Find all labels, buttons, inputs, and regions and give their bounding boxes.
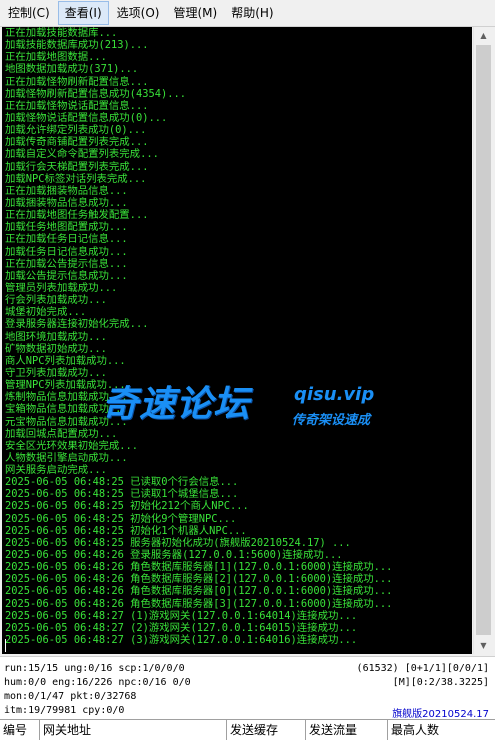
console-line: 2025-06-05 06:48:25 初始化9个管理NPC...: [5, 512, 237, 525]
console-line: 加载任务地图配置成功...: [5, 221, 128, 234]
stat-line-hum: hum:0/0 eng:16/226 npc:0/16 0/0: [4, 677, 191, 688]
text-cursor: [5, 639, 6, 652]
console-line: 网关服务启动完成...: [5, 464, 107, 477]
console-line: 地图数据加载成功(371)...: [5, 63, 139, 76]
console-line: 正在加载地图任务触发配置...: [5, 209, 149, 222]
column-header-max-users[interactable]: 最高人数: [388, 720, 495, 740]
watermark: 奇速论坛 qisu.vip 传奇架设速成: [102, 375, 402, 435]
console-line: 加载捆装物品信息成功...: [5, 196, 128, 209]
console-line: 加载怪物说话配置信息成功(0)...: [5, 111, 168, 124]
console-line: 正在加载任务日记信息...: [5, 233, 128, 246]
console-line: 加载NPC标签对话列表完成...: [5, 172, 147, 185]
console-line: 行会列表加载成功...: [5, 294, 107, 307]
console-line: 矿物数据初始成功...: [5, 342, 107, 355]
watermark-brand: 奇速论坛: [102, 384, 251, 425]
console-line: 加载允许绑定列表成功(0)...: [5, 124, 147, 137]
console-line: 2025-06-05 06:48:25 初始化1个机器人NPC...: [5, 524, 247, 537]
menu-help[interactable]: 帮助(H): [225, 2, 279, 24]
stat-line-memory: [M][0:2/38.3225]: [392, 677, 489, 688]
console-line: 人物数据引擎启动成功...: [5, 451, 128, 464]
console-line: 2025-06-05 06:48:25 已读取0个行会信息...: [5, 476, 239, 489]
console-line: 正在加载公告提示信息...: [5, 257, 128, 270]
console-line: 2025-06-05 06:48:26 角色数据库服务器[3](127.0.0.…: [5, 597, 393, 610]
status-panel: run:15/15 ung:0/16 scp:1/0/0/0 (61532) […: [0, 656, 495, 720]
console-line: 2025-06-05 06:48:26 角色数据库服务器[2](127.0.0.…: [5, 573, 393, 586]
column-header-gateway-address[interactable]: 网关地址: [40, 720, 227, 740]
console-line: 登录服务器连接初始化完成...: [5, 318, 149, 331]
console-line: 正在加载怪物刷新配置信息...: [5, 75, 149, 88]
menu-control[interactable]: 控制(C): [2, 2, 56, 24]
console-line: 2025-06-05 06:48:27 (1)游戏网关(127.0.0.1:64…: [5, 609, 358, 622]
console-line: 2025-06-05 06:48:26 登录服务器(127.0.0.1:5600…: [5, 549, 343, 562]
console-line: 加载传奇商铺配置列表完成...: [5, 136, 149, 149]
console-line: 2025-06-05 06:48:26 角色数据库服务器[0](127.0.0.…: [5, 585, 393, 598]
column-header-send-traffic[interactable]: 发送流量: [306, 720, 388, 740]
console-line: 加载自定义命令配置列表完成...: [5, 148, 159, 161]
console-line: 城堡初始完成...: [5, 306, 87, 319]
console-log[interactable]: 正在加载技能数据库... 加载技能数据库成功(213)... 正在加载地图数据...…: [2, 27, 472, 654]
menu-view[interactable]: 查看(I): [57, 1, 109, 25]
console-line: 2025-06-05 06:48:25 服务器初始化成功(旗舰版20210524…: [5, 536, 351, 549]
stat-line-run: run:15/15 ung:0/16 scp:1/0/0/0: [4, 663, 185, 674]
console-line: 加载公告提示信息成功...: [5, 269, 128, 282]
console-line: 正在加载怪物说话配置信息...: [5, 99, 149, 112]
console-line: 安全区光环效果初始完成...: [5, 439, 139, 452]
scroll-up-arrow-icon[interactable]: ▲: [474, 27, 493, 44]
menu-bar: 控制(C) 查看(I) 选项(O) 管理(M) 帮助(H): [0, 0, 495, 27]
console-lines: 正在加载技能数据库... 加载技能数据库成功(213)... 正在加载地图数据...…: [5, 27, 392, 646]
stat-line-counts: (61532) [0+1/1][0/0/1]: [356, 663, 489, 674]
scrollbar-thumb[interactable]: [476, 45, 491, 635]
console-scrollbar[interactable]: ▲ ▼: [473, 27, 493, 654]
version-label: 旗舰版20210524.17: [392, 709, 489, 720]
console-line: 加载行会天梯配置列表完成...: [5, 160, 149, 173]
console-line: 加载任务日记信息成功...: [5, 245, 128, 258]
console-line: 2025-06-05 06:48:27 (2)游戏网关(127.0.0.1:64…: [5, 621, 358, 634]
console-line: 正在加载捆装物品信息...: [5, 184, 128, 197]
console-line: 地图环境加载成功...: [5, 330, 107, 343]
column-header-id[interactable]: 编号: [0, 720, 40, 740]
watermark-url: qisu.vip: [294, 384, 375, 405]
gateway-table-header: 编号 网关地址 发送缓存 发送流量 最高人数: [0, 719, 495, 740]
watermark-tagline: 传奇架设速成: [292, 413, 371, 428]
console-line: 正在加载地图数据...: [5, 51, 107, 64]
console-line: 正在加载技能数据库...: [5, 27, 118, 39]
stat-line-mon: mon:0/1/47 pkt:0/32768: [4, 691, 137, 702]
console-line: 2025-06-05 06:48:25 初始化212个商人NPC...: [5, 500, 249, 513]
menu-options[interactable]: 选项(O): [111, 2, 166, 24]
column-header-send-buffer[interactable]: 发送缓存: [227, 720, 306, 740]
console-line: 管理员列表加载成功...: [5, 281, 118, 294]
console-line: 加载怪物刷新配置信息成功(4354)...: [5, 87, 186, 100]
console-line: 2025-06-05 06:48:26 角色数据库服务器[1](127.0.0.…: [5, 561, 393, 574]
console-line: 商人NPC列表加载成功...: [5, 354, 126, 367]
menu-manage[interactable]: 管理(M): [167, 2, 223, 24]
scroll-down-arrow-icon[interactable]: ▼: [474, 637, 493, 654]
console-line: 2025-06-05 06:48:25 已读取1个城堡信息...: [5, 488, 239, 501]
console-line: 加载技能数据库成功(213)...: [5, 39, 149, 52]
console-line: 2025-06-05 06:48:27 (3)游戏网关(127.0.0.1:64…: [5, 634, 358, 647]
stat-line-itm: itm:19/79981 cpy:0/0: [4, 705, 125, 716]
